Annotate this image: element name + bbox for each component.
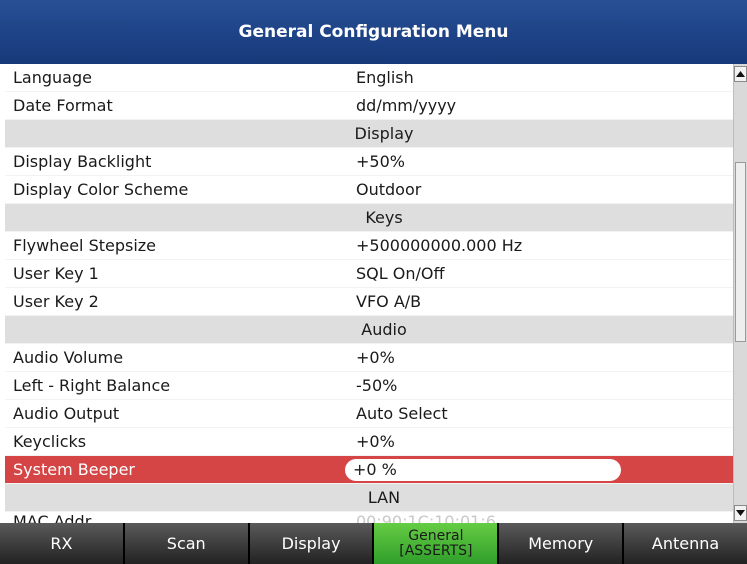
row-label: Display Color Scheme — [13, 180, 189, 199]
softkey-antenna[interactable]: Antenna — [624, 523, 747, 564]
softkey-rx[interactable]: RX — [0, 523, 125, 564]
row-label: Language — [13, 68, 92, 87]
row-value: -50% — [356, 376, 398, 395]
row-value: Outdoor — [356, 180, 422, 199]
softkey-label: RX — [50, 534, 73, 553]
softkey-scan[interactable]: Scan — [124, 523, 250, 564]
section-header-display: Display — [5, 120, 733, 148]
config-row-display-color-scheme[interactable]: Display Color Scheme Outdoor — [5, 176, 733, 204]
config-row-user-key-1[interactable]: User Key 1 SQL On/Off — [5, 260, 733, 288]
config-row-keyclicks[interactable]: Keyclicks +0% — [5, 428, 733, 456]
row-value: 00:90:1C:10:01:6 — [356, 512, 496, 523]
row-value: +0% — [356, 432, 395, 451]
softkey-label: Antenna — [651, 534, 720, 553]
config-row-left-right-balance[interactable]: Left - Right Balance -50% — [5, 372, 733, 400]
row-label: Keyclicks — [13, 432, 87, 451]
section-label: Keys — [365, 208, 403, 227]
row-value: SQL On/Off — [356, 264, 445, 283]
config-row-user-key-2[interactable]: User Key 2 VFO A/B — [5, 288, 733, 316]
row-label: Audio Output — [13, 404, 120, 423]
arrow-down-icon — [736, 510, 745, 516]
softkey-general[interactable]: General [ASSERTS] — [374, 523, 500, 564]
config-row-date-format[interactable]: Date Format dd/mm/yyyy — [5, 92, 733, 120]
row-value: Auto Select — [356, 404, 448, 423]
section-label: LAN — [367, 488, 401, 507]
arrow-up-icon — [736, 71, 745, 77]
config-row-flywheel-stepsize[interactable]: Flywheel Stepsize +500000000.000 Hz — [5, 232, 733, 260]
value-edit-field[interactable]: +0 % — [345, 458, 621, 481]
row-label: User Key 1 — [13, 264, 99, 283]
config-row-language[interactable]: Language English — [5, 64, 733, 92]
config-row-display-backlight[interactable]: Display Backlight +50% — [5, 148, 733, 176]
row-label: User Key 2 — [13, 292, 99, 311]
config-row-mac-address[interactable]: MAC Addr 00:90:1C:10:01:6 — [5, 512, 733, 523]
softkey-label: Scan — [166, 534, 206, 553]
row-label: System Beeper — [13, 460, 135, 479]
row-value: English — [356, 68, 414, 87]
row-label: Audio Volume — [13, 348, 124, 367]
section-header-audio: Audio — [5, 316, 733, 344]
scroll-down-button[interactable] — [734, 505, 747, 521]
row-value: dd/mm/yyyy — [356, 96, 457, 115]
row-value: +50% — [356, 152, 405, 171]
scroll-up-button[interactable] — [734, 66, 747, 82]
softkey-label: Memory — [528, 534, 594, 553]
row-value: +0% — [356, 348, 395, 367]
row-label: MAC Addr — [13, 512, 92, 523]
section-header-keys: Keys — [5, 204, 733, 232]
softkey-memory[interactable]: Memory — [499, 523, 625, 564]
row-label: Flywheel Stepsize — [13, 236, 157, 255]
title-bar: General Configuration Menu — [0, 0, 747, 64]
scroll-thumb[interactable] — [735, 162, 746, 342]
section-label: Audio — [361, 320, 407, 339]
config-list: Language English Date Format dd/mm/yyyy … — [5, 64, 733, 523]
row-label: Display Backlight — [13, 152, 152, 171]
softkey-display[interactable]: Display — [249, 523, 375, 564]
section-label: Display — [354, 124, 414, 143]
row-value: VFO A/B — [356, 292, 422, 311]
config-row-audio-output[interactable]: Audio Output Auto Select — [5, 400, 733, 428]
softkey-label: General — [408, 527, 464, 544]
section-header-lan: LAN — [5, 484, 733, 512]
softkey-sublabel: [ASSERTS] — [399, 542, 473, 559]
softkey-bar: RX Scan Display General [ASSERTS] Memory… — [0, 523, 747, 564]
row-label: Left - Right Balance — [13, 376, 171, 395]
page-title: General Configuration Menu — [238, 22, 509, 42]
softkey-label: Display — [281, 534, 341, 553]
config-row-system-beeper[interactable]: System Beeper +0 % — [5, 456, 733, 484]
config-row-audio-volume[interactable]: Audio Volume +0% — [5, 344, 733, 372]
row-value: +500000000.000 Hz — [356, 236, 523, 255]
row-label: Date Format — [13, 96, 113, 115]
vertical-scrollbar[interactable] — [733, 64, 747, 523]
